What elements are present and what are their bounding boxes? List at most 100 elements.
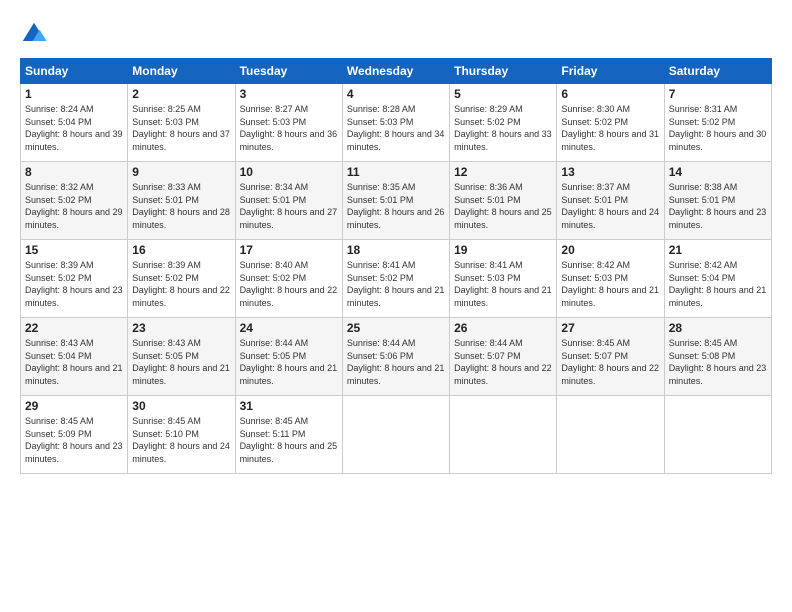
day-info: Sunrise: 8:43 AMSunset: 5:05 PMDaylight:… — [132, 338, 230, 386]
day-number: 21 — [669, 243, 767, 257]
day-number: 17 — [240, 243, 338, 257]
day-info: Sunrise: 8:25 AMSunset: 5:03 PMDaylight:… — [132, 104, 230, 152]
day-info: Sunrise: 8:45 AMSunset: 5:08 PMDaylight:… — [669, 338, 767, 386]
day-number: 29 — [25, 399, 123, 413]
day-info: Sunrise: 8:45 AMSunset: 5:07 PMDaylight:… — [561, 338, 659, 386]
day-info: Sunrise: 8:37 AMSunset: 5:01 PMDaylight:… — [561, 182, 659, 230]
day-info: Sunrise: 8:44 AMSunset: 5:07 PMDaylight:… — [454, 338, 552, 386]
calendar-cell: 20 Sunrise: 8:42 AMSunset: 5:03 PMDaylig… — [557, 240, 664, 318]
day-number: 4 — [347, 87, 445, 101]
calendar-cell: 24 Sunrise: 8:44 AMSunset: 5:05 PMDaylig… — [235, 318, 342, 396]
calendar-cell: 4 Sunrise: 8:28 AMSunset: 5:03 PMDayligh… — [342, 84, 449, 162]
col-header-tuesday: Tuesday — [235, 59, 342, 84]
calendar-cell: 12 Sunrise: 8:36 AMSunset: 5:01 PMDaylig… — [450, 162, 557, 240]
calendar-cell: 31 Sunrise: 8:45 AMSunset: 5:11 PMDaylig… — [235, 396, 342, 474]
day-number: 28 — [669, 321, 767, 335]
day-info: Sunrise: 8:33 AMSunset: 5:01 PMDaylight:… — [132, 182, 230, 230]
day-info: Sunrise: 8:44 AMSunset: 5:06 PMDaylight:… — [347, 338, 445, 386]
day-number: 2 — [132, 87, 230, 101]
day-info: Sunrise: 8:38 AMSunset: 5:01 PMDaylight:… — [669, 182, 767, 230]
day-info: Sunrise: 8:40 AMSunset: 5:02 PMDaylight:… — [240, 260, 338, 308]
calendar-cell: 3 Sunrise: 8:27 AMSunset: 5:03 PMDayligh… — [235, 84, 342, 162]
logo — [20, 20, 52, 48]
calendar-cell: 8 Sunrise: 8:32 AMSunset: 5:02 PMDayligh… — [21, 162, 128, 240]
col-header-saturday: Saturday — [664, 59, 771, 84]
day-number: 24 — [240, 321, 338, 335]
day-info: Sunrise: 8:27 AMSunset: 5:03 PMDaylight:… — [240, 104, 338, 152]
col-header-wednesday: Wednesday — [342, 59, 449, 84]
calendar-cell: 18 Sunrise: 8:41 AMSunset: 5:02 PMDaylig… — [342, 240, 449, 318]
day-info: Sunrise: 8:35 AMSunset: 5:01 PMDaylight:… — [347, 182, 445, 230]
calendar-cell: 11 Sunrise: 8:35 AMSunset: 5:01 PMDaylig… — [342, 162, 449, 240]
col-header-friday: Friday — [557, 59, 664, 84]
calendar-cell: 30 Sunrise: 8:45 AMSunset: 5:10 PMDaylig… — [128, 396, 235, 474]
calendar-cell: 14 Sunrise: 8:38 AMSunset: 5:01 PMDaylig… — [664, 162, 771, 240]
day-info: Sunrise: 8:44 AMSunset: 5:05 PMDaylight:… — [240, 338, 338, 386]
day-number: 13 — [561, 165, 659, 179]
col-header-sunday: Sunday — [21, 59, 128, 84]
calendar-cell — [342, 396, 449, 474]
col-header-monday: Monday — [128, 59, 235, 84]
day-number: 18 — [347, 243, 445, 257]
day-info: Sunrise: 8:39 AMSunset: 5:02 PMDaylight:… — [25, 260, 123, 308]
calendar-cell: 5 Sunrise: 8:29 AMSunset: 5:02 PMDayligh… — [450, 84, 557, 162]
calendar-cell: 7 Sunrise: 8:31 AMSunset: 5:02 PMDayligh… — [664, 84, 771, 162]
day-info: Sunrise: 8:32 AMSunset: 5:02 PMDaylight:… — [25, 182, 123, 230]
calendar-cell: 22 Sunrise: 8:43 AMSunset: 5:04 PMDaylig… — [21, 318, 128, 396]
day-info: Sunrise: 8:45 AMSunset: 5:09 PMDaylight:… — [25, 416, 123, 464]
day-number: 6 — [561, 87, 659, 101]
day-number: 3 — [240, 87, 338, 101]
day-number: 11 — [347, 165, 445, 179]
calendar-cell: 15 Sunrise: 8:39 AMSunset: 5:02 PMDaylig… — [21, 240, 128, 318]
calendar-cell — [664, 396, 771, 474]
day-number: 27 — [561, 321, 659, 335]
day-number: 16 — [132, 243, 230, 257]
day-number: 10 — [240, 165, 338, 179]
day-number: 22 — [25, 321, 123, 335]
calendar-cell: 19 Sunrise: 8:41 AMSunset: 5:03 PMDaylig… — [450, 240, 557, 318]
calendar-cell: 13 Sunrise: 8:37 AMSunset: 5:01 PMDaylig… — [557, 162, 664, 240]
calendar-cell: 21 Sunrise: 8:42 AMSunset: 5:04 PMDaylig… — [664, 240, 771, 318]
day-info: Sunrise: 8:39 AMSunset: 5:02 PMDaylight:… — [132, 260, 230, 308]
day-info: Sunrise: 8:41 AMSunset: 5:03 PMDaylight:… — [454, 260, 552, 308]
day-number: 14 — [669, 165, 767, 179]
day-info: Sunrise: 8:30 AMSunset: 5:02 PMDaylight:… — [561, 104, 659, 152]
day-number: 7 — [669, 87, 767, 101]
calendar-cell: 16 Sunrise: 8:39 AMSunset: 5:02 PMDaylig… — [128, 240, 235, 318]
day-info: Sunrise: 8:45 AMSunset: 5:10 PMDaylight:… — [132, 416, 230, 464]
calendar-cell: 28 Sunrise: 8:45 AMSunset: 5:08 PMDaylig… — [664, 318, 771, 396]
calendar-cell: 6 Sunrise: 8:30 AMSunset: 5:02 PMDayligh… — [557, 84, 664, 162]
calendar-cell — [557, 396, 664, 474]
calendar-cell: 25 Sunrise: 8:44 AMSunset: 5:06 PMDaylig… — [342, 318, 449, 396]
day-number: 12 — [454, 165, 552, 179]
day-info: Sunrise: 8:24 AMSunset: 5:04 PMDaylight:… — [25, 104, 123, 152]
calendar-cell: 1 Sunrise: 8:24 AMSunset: 5:04 PMDayligh… — [21, 84, 128, 162]
day-number: 19 — [454, 243, 552, 257]
day-info: Sunrise: 8:41 AMSunset: 5:02 PMDaylight:… — [347, 260, 445, 308]
day-info: Sunrise: 8:34 AMSunset: 5:01 PMDaylight:… — [240, 182, 338, 230]
day-info: Sunrise: 8:45 AMSunset: 5:11 PMDaylight:… — [240, 416, 338, 464]
calendar-table: SundayMondayTuesdayWednesdayThursdayFrid… — [20, 58, 772, 474]
day-info: Sunrise: 8:36 AMSunset: 5:01 PMDaylight:… — [454, 182, 552, 230]
calendar-cell: 26 Sunrise: 8:44 AMSunset: 5:07 PMDaylig… — [450, 318, 557, 396]
day-number: 25 — [347, 321, 445, 335]
day-info: Sunrise: 8:42 AMSunset: 5:03 PMDaylight:… — [561, 260, 659, 308]
day-number: 20 — [561, 243, 659, 257]
calendar-cell: 23 Sunrise: 8:43 AMSunset: 5:05 PMDaylig… — [128, 318, 235, 396]
day-number: 9 — [132, 165, 230, 179]
day-info: Sunrise: 8:42 AMSunset: 5:04 PMDaylight:… — [669, 260, 767, 308]
day-number: 23 — [132, 321, 230, 335]
calendar-cell: 17 Sunrise: 8:40 AMSunset: 5:02 PMDaylig… — [235, 240, 342, 318]
logo-icon — [20, 20, 48, 48]
day-number: 26 — [454, 321, 552, 335]
day-number: 30 — [132, 399, 230, 413]
calendar-cell: 10 Sunrise: 8:34 AMSunset: 5:01 PMDaylig… — [235, 162, 342, 240]
day-number: 8 — [25, 165, 123, 179]
day-info: Sunrise: 8:31 AMSunset: 5:02 PMDaylight:… — [669, 104, 767, 152]
calendar-cell: 27 Sunrise: 8:45 AMSunset: 5:07 PMDaylig… — [557, 318, 664, 396]
calendar-cell: 9 Sunrise: 8:33 AMSunset: 5:01 PMDayligh… — [128, 162, 235, 240]
day-number: 5 — [454, 87, 552, 101]
day-info: Sunrise: 8:28 AMSunset: 5:03 PMDaylight:… — [347, 104, 445, 152]
calendar-cell: 29 Sunrise: 8:45 AMSunset: 5:09 PMDaylig… — [21, 396, 128, 474]
col-header-thursday: Thursday — [450, 59, 557, 84]
